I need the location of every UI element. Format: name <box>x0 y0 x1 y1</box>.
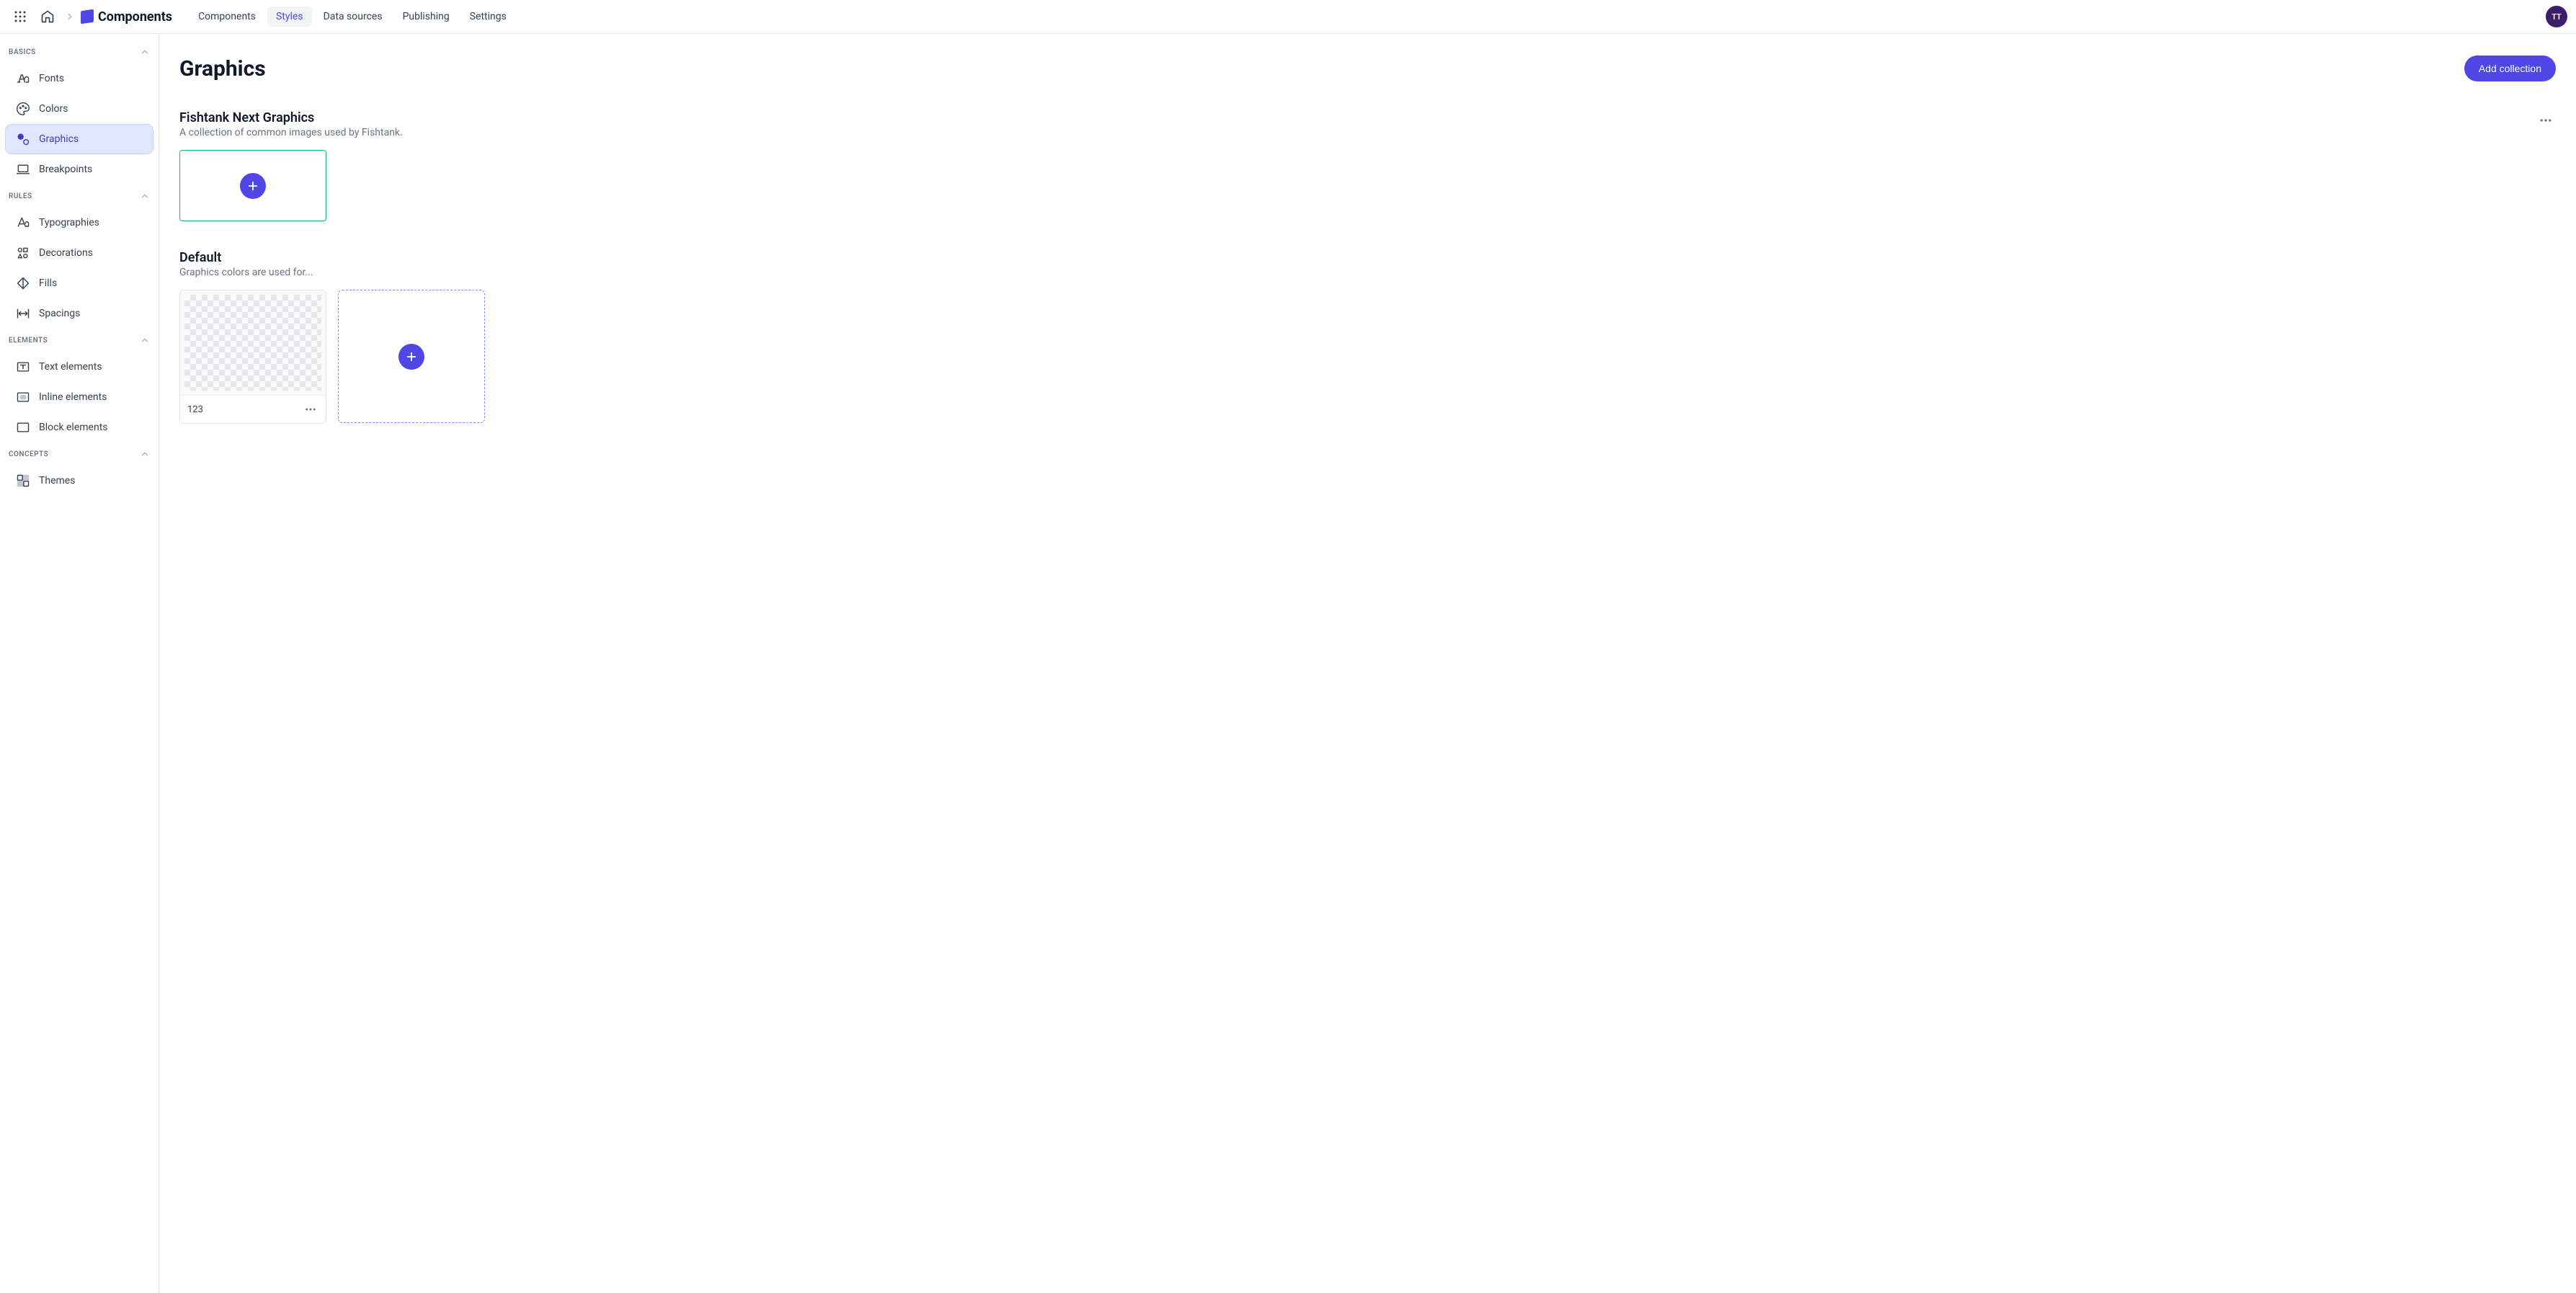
chevron-right-icon <box>65 12 75 22</box>
app-logo-icon <box>81 9 94 25</box>
sidebar-section-elements[interactable]: ELEMENTS <box>0 329 159 351</box>
sidebar-item-label: Spacings <box>39 308 80 319</box>
add-graphic-button[interactable] <box>338 290 485 423</box>
collection-more-button[interactable] <box>2536 110 2556 130</box>
sidebar-item-breakpoints[interactable]: Breakpoints <box>6 155 153 184</box>
graphic-name: 123 <box>187 404 203 415</box>
topnav-settings[interactable]: Settings <box>461 6 515 27</box>
graphic-card[interactable]: 123 <box>179 290 326 424</box>
home-button[interactable] <box>36 5 59 28</box>
add-graphic-button[interactable] <box>179 150 326 221</box>
diamond-icon <box>16 276 30 290</box>
image-dot-icon <box>16 132 30 146</box>
collection-items <box>179 150 2556 221</box>
sidebar-item-fills[interactable]: Fills <box>6 269 153 298</box>
sidebar-section-title: RULES <box>9 192 32 200</box>
plus-circle-icon <box>398 344 424 370</box>
more-horizontal-icon <box>304 403 317 416</box>
block-box-icon <box>16 420 30 435</box>
topnav-styles[interactable]: Styles <box>267 6 312 27</box>
sidebar-section-concepts[interactable]: CONCEPTS <box>0 443 159 465</box>
shapes-icon <box>16 246 30 260</box>
collection: Fishtank Next Graphics A collection of c… <box>179 110 2556 221</box>
topbar: Components Components Styles Data source… <box>0 0 2576 34</box>
breadcrumb-separator <box>63 12 76 22</box>
sidebar-item-label: Colors <box>39 103 68 115</box>
collection-description: A collection of common images used by Fi… <box>179 127 403 138</box>
plus-circle-icon <box>240 173 266 199</box>
sidebar-item-inline-elements[interactable]: Inline elements <box>6 383 153 412</box>
sidebar-item-graphics[interactable]: Graphics <box>6 125 153 154</box>
chevron-up-icon <box>140 335 150 345</box>
sidebar-item-colors[interactable]: Colors <box>6 94 153 123</box>
app-name: Components <box>98 9 172 25</box>
graphic-more-button[interactable] <box>303 401 318 417</box>
palette-icon <box>16 102 30 116</box>
apps-grid-icon <box>14 10 27 23</box>
sidebar-item-label: Breakpoints <box>39 164 92 175</box>
top-nav: Components Styles Data sources Publishin… <box>190 6 515 27</box>
sidebar-item-themes[interactable]: Themes <box>6 466 153 495</box>
sidebar-item-label: Themes <box>39 475 75 486</box>
sidebar-section-rules[interactable]: RULES <box>0 185 159 207</box>
sidebar-item-label: Typographies <box>39 217 99 228</box>
collection-title: Default <box>179 250 313 265</box>
sidebar-item-spacings[interactable]: Spacings <box>6 299 153 328</box>
themes-icon <box>16 474 30 488</box>
collection-description: Graphics colors are used for... <box>179 267 313 278</box>
transparent-checker <box>184 295 321 391</box>
sidebar-item-label: Graphics <box>39 133 79 145</box>
layout: BASICS Fonts Colors Graphics Breakpoints… <box>0 34 2576 1293</box>
more-horizontal-icon <box>2539 113 2553 128</box>
sidebar-item-label: Inline elements <box>39 391 107 403</box>
sidebar-item-block-elements[interactable]: Block elements <box>6 413 153 442</box>
inline-box-icon <box>16 390 30 404</box>
collection-title: Fishtank Next Graphics <box>179 110 403 125</box>
topbar-left: Components <box>9 5 172 28</box>
typography-icon <box>16 216 30 230</box>
topnav-data-sources[interactable]: Data sources <box>315 6 391 27</box>
sidebar-item-label: Text elements <box>39 361 102 373</box>
sidebar-item-decorations[interactable]: Decorations <box>6 239 153 267</box>
user-avatar[interactable]: TT <box>2546 6 2567 27</box>
chevron-up-icon <box>140 191 150 201</box>
page-title: Graphics <box>179 56 266 81</box>
graphic-preview <box>180 290 326 395</box>
sidebar-item-text-elements[interactable]: Text elements <box>6 352 153 381</box>
topnav-components[interactable]: Components <box>190 6 264 27</box>
home-icon <box>40 9 55 24</box>
sidebar-item-label: Block elements <box>39 422 108 433</box>
text-box-icon <box>16 360 30 374</box>
sidebar-item-typographies[interactable]: Typographies <box>6 208 153 237</box>
sidebar-item-label: Fills <box>39 277 57 289</box>
collection: Default Graphics colors are used for... … <box>179 250 2556 424</box>
chevron-up-icon <box>140 449 150 459</box>
app-logo-block[interactable]: Components <box>81 9 172 25</box>
collection-header: Default Graphics colors are used for... <box>179 250 2556 278</box>
collection-header: Fishtank Next Graphics A collection of c… <box>179 110 2556 138</box>
sidebar-item-fonts[interactable]: Fonts <box>6 64 153 93</box>
spacing-icon <box>16 306 30 321</box>
graphic-footer: 123 <box>180 395 326 423</box>
sidebar: BASICS Fonts Colors Graphics Breakpoints… <box>0 34 159 1293</box>
sidebar-item-label: Decorations <box>39 247 93 259</box>
apps-button[interactable] <box>9 5 32 28</box>
sidebar-item-label: Fonts <box>39 73 64 84</box>
main-content: Graphics Add collection Fishtank Next Gr… <box>159 34 2576 1293</box>
laptop-icon <box>16 162 30 177</box>
page-header: Graphics Add collection <box>179 55 2556 81</box>
collection-items: 123 <box>179 290 2556 424</box>
avatar-initials: TT <box>2552 12 2562 22</box>
sidebar-section-title: BASICS <box>9 48 36 56</box>
font-icon <box>16 71 30 86</box>
sidebar-section-basics[interactable]: BASICS <box>0 41 159 63</box>
sidebar-section-title: ELEMENTS <box>9 337 48 345</box>
topnav-publishing[interactable]: Publishing <box>394 6 458 27</box>
add-collection-button[interactable]: Add collection <box>2464 55 2556 81</box>
chevron-up-icon <box>140 47 150 57</box>
sidebar-section-title: CONCEPTS <box>9 450 48 458</box>
